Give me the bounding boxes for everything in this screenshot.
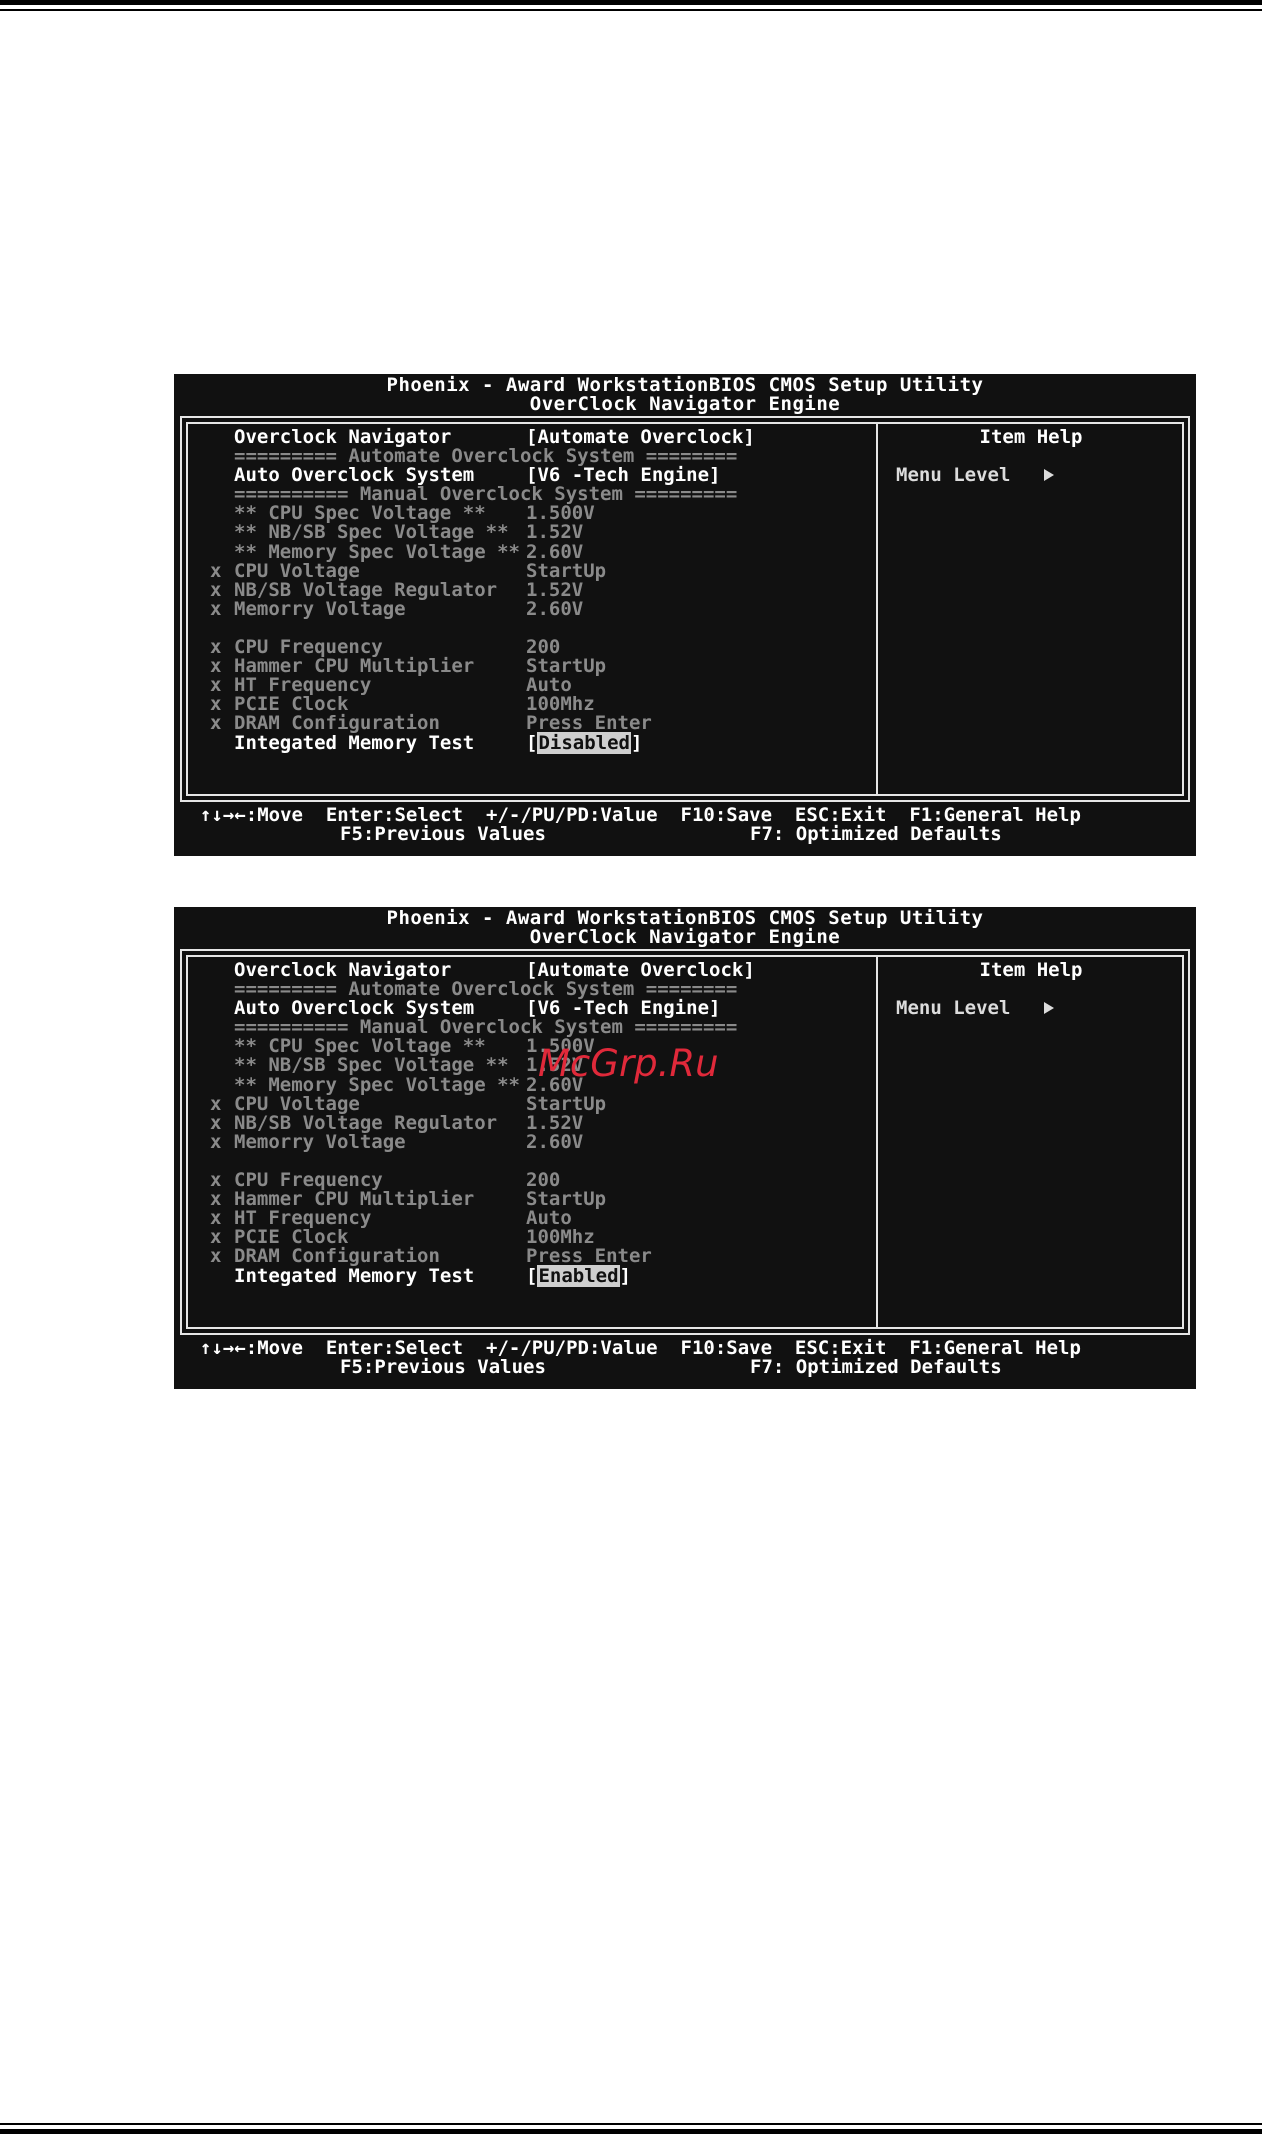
setting-label: ** Memory Spec Voltage ** [234, 540, 520, 563]
setting-label: ** NB/SB Spec Voltage ** [234, 521, 509, 544]
bottom-rule [0, 2123, 1262, 2134]
setting-value: 1.52V [526, 521, 584, 544]
setting-label: CPU Voltage [234, 559, 360, 582]
setting-label: DRAM Configuration [234, 1245, 440, 1268]
footer-line-2: F5:Previous Values F7: Optimized Defaults [174, 825, 1196, 844]
key-optimized-defaults: F7: Optimized Defaults [750, 1356, 1002, 1378]
top-rule [0, 0, 1262, 11]
key-move: ↑↓→←:Move [200, 1337, 303, 1359]
setting-row: x CPU Voltage StartUp [188, 1092, 874, 1115]
setting-label: CPU Voltage [234, 1092, 360, 1115]
setting-value: 1.52V [526, 1111, 584, 1134]
setting-label: DRAM Configuration [234, 712, 440, 735]
setting-row: ** Memory Spec Voltage ** 2.60V [188, 540, 874, 563]
setting-row: x Memorry Voltage 2.60V [188, 597, 874, 620]
setting-row: ** NB/SB Spec Voltage ** 1.52V [188, 1056, 874, 1075]
bios-inner-frame: Overclock Navigator [Automate Overclock] =… [186, 422, 1184, 796]
setting-row: x DRAM Configuration Press Enter [188, 1247, 874, 1266]
setting-row: ** Memory Spec Voltage ** 2.60V [188, 1073, 874, 1096]
setting-row: ** NB/SB Spec Voltage ** 1.52V [188, 523, 874, 542]
menu-level-arrow-icon [1044, 469, 1055, 481]
setting-label: Integated Memory Test [234, 1264, 475, 1287]
panel-divider [876, 957, 878, 1327]
key-previous-values: F5:Previous Values [340, 823, 546, 845]
footer-line-1: ↑↓→←:Move Enter:Select +/-/PU/PD:Value F… [174, 806, 1196, 825]
key-previous-values: F5:Previous Values [340, 1356, 546, 1378]
disabled-mark-icon: x [210, 578, 222, 601]
footer-line-2: F5:Previous Values F7: Optimized Defaults [174, 1358, 1196, 1377]
disabled-mark-icon: x [210, 1092, 222, 1115]
item-help-title: Item Help [979, 959, 1083, 981]
bios-inner-frame: Overclock Navigator [Automate Overclock] =… [186, 955, 1184, 1329]
setting-label: ** NB/SB Spec Voltage ** [234, 1054, 509, 1077]
setting-label: NB/SB Voltage Regulator [234, 578, 498, 601]
setting-label: ** Memory Spec Voltage ** [234, 1073, 520, 1096]
item-help-panel: Item Help Menu Level [880, 428, 1182, 485]
setting-row[interactable]: Integated Memory Test [Disabled] [188, 731, 874, 754]
selected-value-highlight[interactable]: Disabled [537, 731, 631, 754]
menu-level-label: Menu Level [896, 464, 1011, 486]
disabled-mark-icon: x [210, 597, 222, 620]
setting-value: 1.52V [526, 578, 584, 601]
setting-value: 2.60V [526, 597, 584, 620]
bios-subtitle: OverClock Navigator Engine [529, 926, 841, 948]
disabled-mark-icon: x [210, 1130, 222, 1153]
setting-row: x DRAM Configuration Press Enter [188, 714, 874, 733]
disabled-mark-icon: x [210, 1245, 222, 1268]
setting-label: Memorry Voltage [234, 1130, 406, 1153]
setting-label: NB/SB Voltage Regulator [234, 1111, 498, 1134]
setting-value: 2.60V [526, 540, 584, 563]
setting-row: x NB/SB Voltage Regulator 1.52V [188, 1111, 874, 1134]
setting-label: Integated Memory Test [234, 731, 475, 754]
bios-header: Phoenix - Award WorkstationBIOS CMOS Set… [174, 374, 1196, 418]
setting-label: Memorry Voltage [234, 597, 406, 620]
panel-divider [876, 424, 878, 794]
setting-row: x Memorry Voltage 2.60V [188, 1130, 874, 1153]
menu-level-label: Menu Level [896, 997, 1011, 1019]
bios-frame: Overclock Navigator [Automate Overclock] =… [180, 949, 1190, 1335]
menu-level: Menu Level [896, 999, 1182, 1018]
setting-row: x NB/SB Voltage Regulator 1.52V [188, 578, 874, 601]
setting-value: Press Enter [526, 1245, 652, 1268]
key-optimized-defaults: F7: Optimized Defaults [750, 823, 1002, 845]
key-move: ↑↓→←:Move [200, 804, 303, 826]
setting-value: StartUp [526, 1092, 607, 1115]
setting-value: 2.60V [526, 1130, 584, 1153]
setting-value[interactable]: [Enabled] [526, 1264, 631, 1287]
menu-level: Menu Level [896, 466, 1182, 485]
disabled-mark-icon: x [210, 712, 222, 735]
bios-header: Phoenix - Award WorkstationBIOS CMOS Set… [174, 907, 1196, 951]
bios-subtitle: OverClock Navigator Engine [529, 393, 841, 415]
bios-screenshot-enabled: Phoenix - Award WorkstationBIOS CMOS Set… [174, 907, 1196, 1389]
disabled-mark-icon: x [210, 1111, 222, 1134]
settings-list: Overclock Navigator [Automate Overclock] =… [188, 961, 874, 1287]
setting-value[interactable]: [Disabled] [526, 731, 642, 754]
disabled-mark-icon: x [210, 559, 222, 582]
setting-row[interactable]: Integated Memory Test [Enabled] [188, 1264, 874, 1287]
key-help-footer: ↑↓→←:Move Enter:Select +/-/PU/PD:Value F… [174, 806, 1196, 844]
selected-value-highlight[interactable]: Enabled [537, 1264, 620, 1287]
watermark: McGrp.Ru [538, 1042, 719, 1085]
bios-screenshot-disabled: Phoenix - Award WorkstationBIOS CMOS Set… [174, 374, 1196, 856]
key-help-footer: ↑↓→←:Move Enter:Select +/-/PU/PD:Value F… [174, 1339, 1196, 1377]
item-help-panel: Item Help Menu Level [880, 961, 1182, 1018]
bios-frame: Overclock Navigator [Automate Overclock] =… [180, 416, 1190, 802]
setting-row: x CPU Voltage StartUp [188, 559, 874, 582]
settings-list: Overclock Navigator [Automate Overclock] =… [188, 428, 874, 754]
setting-value: Press Enter [526, 712, 652, 735]
setting-value: StartUp [526, 559, 607, 582]
item-help-title: Item Help [979, 426, 1083, 448]
menu-level-arrow-icon [1044, 1002, 1055, 1014]
footer-line-1: ↑↓→←:Move Enter:Select +/-/PU/PD:Value F… [174, 1339, 1196, 1358]
